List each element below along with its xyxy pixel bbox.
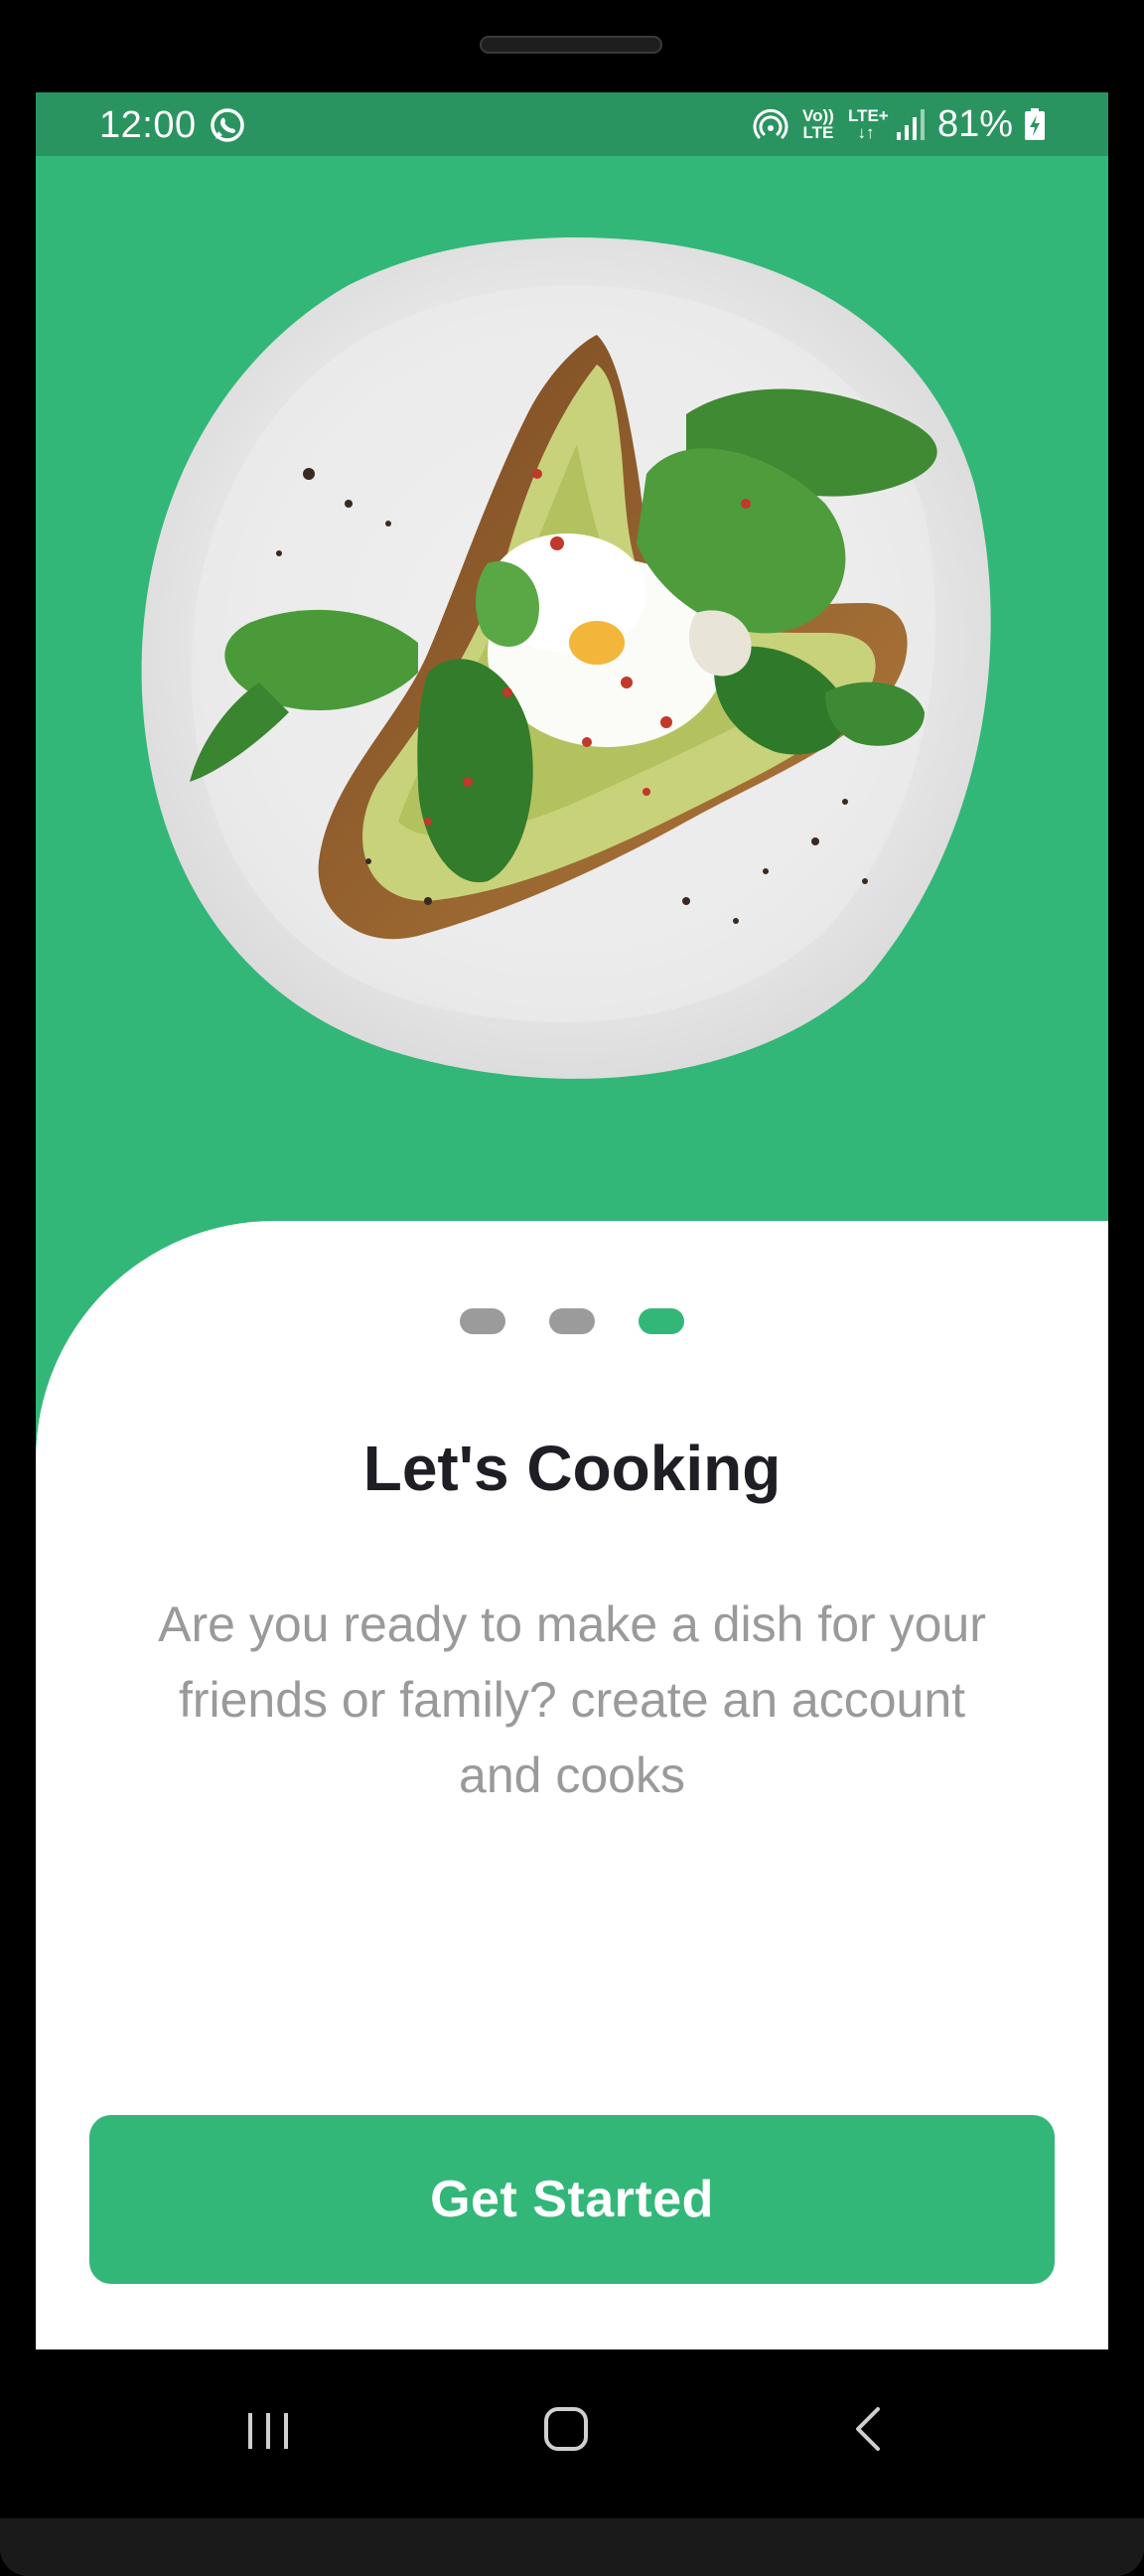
home-icon[interactable] xyxy=(526,2389,606,2469)
onboarding-title: Let's Cooking xyxy=(362,1433,782,1504)
whatsapp-icon xyxy=(211,108,244,142)
lte-icon: LTE+ ↓↑ xyxy=(847,106,889,142)
recents-icon[interactable] xyxy=(228,2389,308,2469)
status-time: 12:00 xyxy=(99,104,197,146)
signal-icon xyxy=(896,109,925,140)
volte-top-text: Vo)) xyxy=(802,106,834,125)
plate-avocado-toast-image xyxy=(141,236,991,1079)
device-frame: 12:00 Vo)) LTE LTE+ ↓↑ 81% Let's Cooking… xyxy=(0,0,1144,2576)
hero-section xyxy=(36,156,1108,1221)
lte-arrows-text: ↓↑ xyxy=(857,123,875,142)
lte-top-text: LTE+ xyxy=(847,106,889,125)
hotspot-icon xyxy=(753,108,788,139)
system-navigation-bar xyxy=(36,2349,1108,2518)
page-dot-2[interactable] xyxy=(549,1308,595,1334)
page-dot-3-active[interactable] xyxy=(639,1308,684,1334)
bottom-bezel xyxy=(0,2518,1144,2576)
app-screen: 12:00 Vo)) LTE LTE+ ↓↑ 81% Let's Cooking… xyxy=(36,92,1108,2349)
volte-icon: Vo)) LTE xyxy=(800,107,836,141)
battery-charging-icon xyxy=(1025,108,1045,140)
back-icon[interactable] xyxy=(830,2389,910,2469)
battery-percentage: 81% xyxy=(936,102,1013,145)
onboarding-description: Are you ready to make a dish for your fr… xyxy=(158,1596,986,1803)
earpiece-speaker xyxy=(480,36,662,54)
volte-bottom-text: LTE xyxy=(802,123,834,142)
status-bar: 12:00 Vo)) LTE LTE+ ↓↑ 81% xyxy=(36,92,1108,156)
page-dot-1[interactable] xyxy=(460,1308,505,1334)
status-indicators: Vo)) LTE LTE+ ↓↑ 81% xyxy=(753,98,1045,150)
page-indicator xyxy=(36,1308,1108,1334)
get-started-button[interactable]: Get Started xyxy=(89,2115,1055,2284)
